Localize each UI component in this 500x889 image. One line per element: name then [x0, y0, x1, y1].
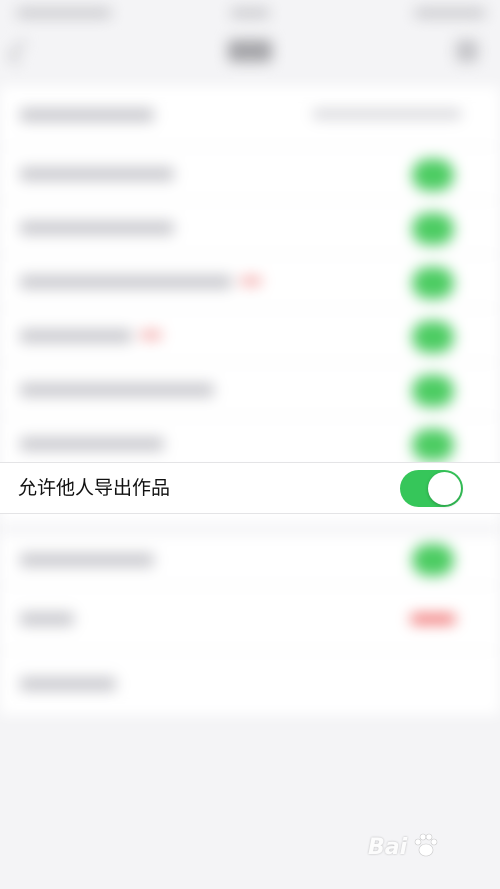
allow-export-toggle[interactable] — [400, 470, 463, 507]
red-badge — [240, 277, 262, 285]
settings-row-label — [20, 221, 174, 235]
settings-row[interactable] — [0, 309, 500, 363]
blurred-background — [0, 0, 500, 889]
settings-row[interactable] — [0, 651, 500, 715]
toggle-knob — [428, 472, 461, 505]
settings-row-label — [20, 383, 214, 397]
settings-row[interactable] — [0, 255, 500, 309]
status-bar — [0, 0, 500, 26]
settings-row[interactable] — [0, 147, 500, 201]
allow-export-label: 允许他人导出作品 — [18, 477, 171, 499]
settings-row[interactable] — [0, 586, 500, 651]
toggle-switch[interactable] — [412, 267, 454, 299]
nav-bar — [0, 28, 500, 76]
paw-icon — [414, 833, 438, 857]
settings-row-label — [20, 553, 154, 567]
page-title — [228, 40, 272, 62]
toggle-switch[interactable] — [412, 544, 454, 576]
settings-row-label — [20, 612, 74, 626]
settings-row-label — [20, 167, 174, 181]
settings-row[interactable] — [0, 201, 500, 255]
battery-icon — [414, 8, 486, 18]
toggle-switch[interactable] — [412, 213, 454, 245]
toggle-switch[interactable] — [412, 321, 454, 353]
red-badge — [140, 331, 162, 339]
red-pill — [410, 614, 456, 624]
settings-row-label — [20, 108, 154, 122]
settings-row-value — [312, 109, 462, 119]
toggle-switch[interactable] — [412, 375, 454, 407]
back-icon[interactable] — [8, 40, 33, 65]
carrier-signal — [16, 8, 112, 18]
settings-row-label — [20, 677, 116, 691]
settings-row-label — [20, 275, 232, 289]
clock — [230, 8, 270, 18]
settings-list — [0, 86, 500, 715]
settings-row-label — [20, 329, 132, 343]
settings-row[interactable] — [0, 86, 500, 147]
more-icon[interactable] — [456, 40, 478, 62]
toggle-switch[interactable] — [412, 429, 454, 461]
settings-row[interactable] — [0, 535, 500, 586]
toggle-switch[interactable] — [412, 159, 454, 191]
settings-row-label — [20, 437, 164, 451]
section-gap — [0, 523, 500, 535]
settings-row[interactable] — [0, 363, 500, 417]
settings-row-allow-export[interactable]: 允许他人导出作品 — [0, 462, 500, 514]
watermark-brand: Bai — [368, 835, 408, 860]
watermark: Bai — [368, 831, 478, 871]
